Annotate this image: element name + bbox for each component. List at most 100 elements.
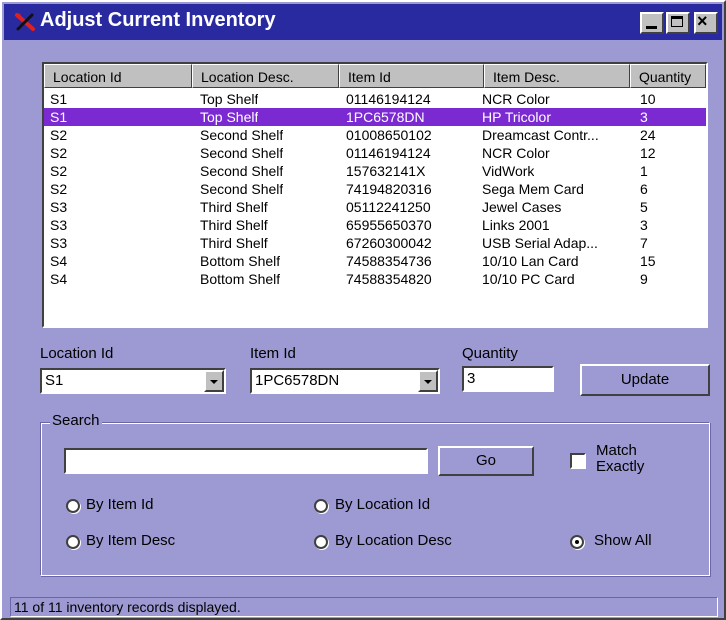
cell-item-id: 67260300042	[346, 235, 432, 251]
title-bar[interactable]: Adjust Current Inventory ×	[4, 4, 722, 40]
list-row[interactable]: S3 Third Shelf 65955650370 Links 2001 3	[44, 216, 706, 234]
cell-item-desc: USB Serial Adap...	[482, 235, 598, 251]
location-id-value: S1	[45, 372, 64, 389]
cell-item-id: 65955650370	[346, 217, 432, 233]
list-row[interactable]: S2 Second Shelf 01146194124 NCR Color 12	[44, 144, 706, 162]
minimize-icon	[646, 26, 657, 29]
cell-quantity: 3	[640, 217, 648, 233]
close-button[interactable]: ×	[694, 11, 718, 34]
cell-location-desc: Bottom Shelf	[200, 253, 281, 269]
cell-item-id: 74588354820	[346, 271, 432, 287]
list-row[interactable]: S1 Top Shelf 01146194124 NCR Color 10	[44, 90, 706, 108]
item-id-dropdown-button[interactable]	[418, 370, 438, 392]
by-item-id-radio[interactable]	[66, 499, 80, 513]
cell-item-desc: Dreamcast Contr...	[482, 127, 599, 143]
cell-quantity: 9	[640, 271, 648, 287]
cell-item-desc: 10/10 PC Card	[482, 271, 575, 287]
item-id-combo[interactable]: 1PC6578DN	[250, 368, 440, 394]
by-location-id-label[interactable]: By Location Id	[335, 496, 430, 513]
cell-quantity: 1	[640, 163, 648, 179]
cell-item-desc: 10/10 Lan Card	[482, 253, 579, 269]
match-label-line-1: Match	[596, 442, 637, 459]
cell-item-id: 01008650102	[346, 127, 432, 143]
maximize-button[interactable]	[666, 12, 690, 34]
update-button[interactable]: Update	[580, 364, 710, 396]
cell-location-id: S1	[50, 91, 68, 107]
cell-location-desc: Second Shelf	[200, 181, 284, 197]
cell-location-desc: Second Shelf	[200, 163, 284, 179]
list-row[interactable]: S4 Bottom Shelf 74588354820 10/10 PC Card 9	[44, 270, 706, 288]
item-id-value: 1PC6578DN	[255, 372, 340, 389]
cell-item-id: 74588354736	[346, 253, 432, 269]
column-header-location-id[interactable]: Location Id	[44, 64, 192, 88]
cell-item-desc: NCR Color	[482, 145, 550, 161]
column-header-quantity[interactable]: Quantity	[630, 64, 706, 88]
cell-item-desc: Sega Mem Card	[482, 181, 584, 197]
cell-quantity: 24	[640, 127, 656, 143]
cell-quantity: 5	[640, 199, 648, 215]
show-all-radio[interactable]	[570, 535, 584, 549]
match-exactly-label: Match Exactly	[596, 443, 644, 475]
list-body: S1 Top Shelf 01146194124 NCR Color 10 S1 Top S…	[44, 90, 706, 288]
cell-location-desc: Second Shelf	[200, 145, 284, 161]
by-item-desc-label[interactable]: By Item Desc	[86, 532, 175, 549]
list-row[interactable]: S4 Bottom Shelf 74588354736 10/10 Lan Card 1…	[44, 252, 706, 270]
cell-item-id: 1PC6578DN	[346, 109, 425, 125]
cell-item-id: 01146194124	[346, 145, 431, 161]
list-row[interactable]: S2 Second Shelf 157632141X VidWork 1	[44, 162, 706, 180]
list-row[interactable]: S1 Top Shelf 1PC6578DN HP Tricolor 3	[44, 108, 706, 126]
cell-item-desc: Jewel Cases	[482, 199, 562, 215]
list-row[interactable]: S2 Second Shelf 74194820316 Sega Mem Card 6	[44, 180, 706, 198]
chevron-down-icon	[424, 380, 432, 384]
cell-item-desc: VidWork	[482, 163, 535, 179]
column-header-item-desc[interactable]: Item Desc.	[484, 64, 630, 88]
close-icon: ×	[697, 11, 708, 31]
cell-location-id: S3	[50, 199, 68, 215]
maximize-icon	[671, 16, 683, 27]
cell-item-desc: NCR Color	[482, 91, 550, 107]
by-location-desc-radio[interactable]	[314, 535, 328, 549]
cell-location-id: S4	[50, 271, 68, 287]
match-exactly-checkbox[interactable]	[570, 453, 586, 469]
minimize-button[interactable]	[640, 12, 664, 34]
cell-quantity: 10	[640, 91, 656, 107]
search-group-label: Search	[50, 412, 102, 429]
app-icon	[15, 13, 35, 31]
location-id-combo[interactable]: S1	[40, 368, 226, 394]
inventory-list[interactable]: Location Id Location Desc. Item Id Item …	[42, 62, 708, 328]
cell-location-desc: Third Shelf	[200, 199, 268, 215]
quantity-input[interactable]: 3	[462, 366, 554, 392]
cell-location-id: S2	[50, 181, 68, 197]
cell-location-desc: Top Shelf	[200, 109, 259, 125]
cell-quantity: 12	[640, 145, 656, 161]
column-header-location-desc[interactable]: Location Desc.	[192, 64, 339, 88]
cell-location-desc: Third Shelf	[200, 217, 268, 233]
cell-item-desc: HP Tricolor	[482, 109, 551, 125]
cell-location-desc: Bottom Shelf	[200, 271, 281, 287]
cell-quantity: 3	[640, 109, 648, 125]
chevron-down-icon	[210, 380, 218, 384]
location-id-label: Location Id	[40, 345, 114, 362]
column-header-item-id[interactable]: Item Id	[339, 64, 484, 88]
item-id-label: Item Id	[250, 345, 296, 362]
by-item-desc-radio[interactable]	[66, 535, 80, 549]
cell-item-desc: Links 2001	[482, 217, 550, 233]
list-row[interactable]: S3 Third Shelf 05112241250 Jewel Cases 5	[44, 198, 706, 216]
cell-item-id: 05112241250	[346, 199, 431, 215]
search-input[interactable]	[64, 448, 428, 474]
cell-item-id: 74194820316	[346, 181, 432, 197]
cell-location-desc: Third Shelf	[200, 235, 268, 251]
show-all-label[interactable]: Show All	[594, 532, 652, 549]
by-location-desc-label[interactable]: By Location Desc	[335, 532, 452, 549]
cell-location-desc: Second Shelf	[200, 127, 284, 143]
list-row[interactable]: S2 Second Shelf 01008650102 Dreamcast Contr…	[44, 126, 706, 144]
cell-item-id: 157632141X	[346, 163, 426, 179]
cell-location-desc: Top Shelf	[200, 91, 259, 107]
cell-location-id: S4	[50, 253, 68, 269]
location-id-dropdown-button[interactable]	[204, 370, 224, 392]
list-row[interactable]: S3 Third Shelf 67260300042 USB Serial Adap.…	[44, 234, 706, 252]
by-location-id-radio[interactable]	[314, 499, 328, 513]
quantity-label: Quantity	[462, 345, 518, 362]
by-item-id-label[interactable]: By Item Id	[86, 496, 154, 513]
go-button[interactable]: Go	[438, 446, 534, 476]
